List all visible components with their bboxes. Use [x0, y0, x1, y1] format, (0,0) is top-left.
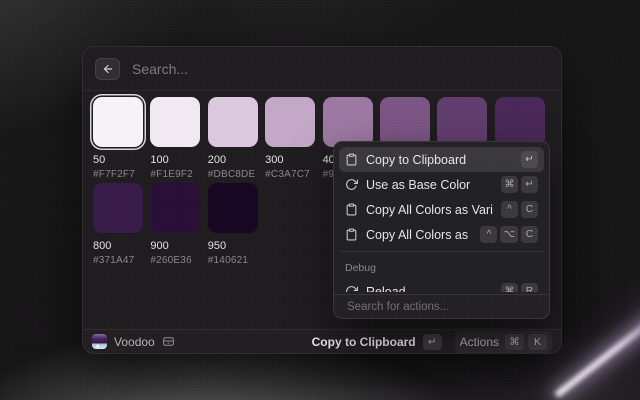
search-bar — [83, 47, 561, 91]
clipboard-icon — [345, 228, 358, 241]
swatch-hex: #C3A7C7 — [265, 169, 315, 180]
swatch-cell: 100 #F1E9F2 — [150, 97, 200, 180]
desktop: 50 #F7F2F7 100 #F1E9F2 200 #DBC8DE 300 #… — [0, 0, 640, 400]
menu-item-copy-to-clipboard[interactable]: Copy to Clipboard ↵ — [339, 147, 544, 172]
actions-search-bar — [334, 294, 549, 318]
color-swatch[interactable] — [150, 183, 200, 233]
clipboard-icon — [345, 203, 358, 216]
swatch-cell: 200 #DBC8DE — [208, 97, 258, 180]
menu-item-use-as-base-color[interactable]: Use as Base Color ⌘ ↵ — [339, 172, 544, 197]
rotate-cw-icon — [345, 285, 358, 292]
menu-section-debug: Debug — [339, 256, 544, 279]
voodoo-app-icon — [92, 334, 107, 349]
action-menu: Copy to Clipboard ↵ Use as Base Color ⌘ … — [333, 141, 550, 319]
color-swatch[interactable] — [323, 97, 373, 147]
menu-item-label: Copy All Colors as JSON — [366, 228, 472, 242]
swatch-hex: #F1E9F2 — [150, 169, 200, 180]
swatch-hex: #DBC8DE — [208, 169, 258, 180]
swatch-hex: #260E36 — [150, 255, 200, 266]
swatch-hex: #371A47 — [93, 255, 143, 266]
app-name: Voodoo — [114, 335, 155, 349]
swatch-cell: 950 #140621 — [208, 183, 258, 266]
k-key-badge: K — [528, 334, 547, 350]
action-menu-list: Copy to Clipboard ↵ Use as Base Color ⌘ … — [339, 147, 544, 292]
swatch-cell: 800 #371A47 — [93, 183, 143, 266]
swatch-label: 200 — [208, 154, 258, 166]
swatch-hex: #F7F2F7 — [93, 169, 143, 180]
menu-item-reload[interactable]: Reload ⌘ R — [339, 279, 544, 292]
r-key-badge: R — [521, 283, 538, 292]
command-key-badge: ⌘ — [501, 283, 518, 292]
clipboard-icon — [345, 153, 358, 166]
color-swatch[interactable] — [208, 97, 258, 147]
swatch-label: 950 — [208, 240, 258, 252]
back-button[interactable] — [95, 58, 120, 80]
return-key-badge: ↵ — [521, 176, 538, 193]
swatch-label: 100 — [150, 154, 200, 166]
color-swatch[interactable] — [208, 183, 258, 233]
menu-item-label: Copy to Clipboard — [366, 153, 513, 167]
primary-action-label[interactable]: Copy to Clipboard — [312, 335, 416, 349]
actions-search-input[interactable] — [345, 300, 538, 314]
swatch-label: 900 — [150, 240, 200, 252]
swatch-cell: 300 #C3A7C7 — [265, 97, 315, 180]
arrow-left-icon — [102, 63, 114, 75]
control-key-badge: ^ — [501, 201, 518, 218]
rotate-cw-icon — [345, 178, 358, 191]
c-key-badge: C — [521, 226, 538, 243]
color-swatch[interactable] — [380, 97, 430, 147]
color-swatch[interactable] — [150, 97, 200, 147]
color-swatch[interactable] — [265, 97, 315, 147]
color-swatch[interactable] — [437, 97, 487, 147]
command-key-badge: ⌘ — [505, 334, 524, 350]
actions-label: Actions — [460, 335, 499, 349]
control-key-badge: ^ — [480, 226, 497, 243]
command-key-badge: ⌘ — [501, 176, 518, 193]
swatch-label: 50 — [93, 154, 143, 166]
swatch-cell: 900 #260E36 — [150, 183, 200, 266]
swatch-label: 300 — [265, 154, 315, 166]
swatch-label: 800 — [93, 240, 143, 252]
color-swatch[interactable] — [495, 97, 545, 147]
c-key-badge: C — [521, 201, 538, 218]
menu-divider — [339, 251, 544, 252]
search-input[interactable] — [130, 60, 549, 78]
option-key-badge: ⌥ — [500, 226, 518, 243]
menu-item-copy-all-json[interactable]: Copy All Colors as JSON ^ ⌥ C — [339, 222, 544, 247]
menu-item-label: Reload — [366, 285, 493, 293]
menu-item-copy-all-variable-declarations[interactable]: Copy All Colors as Variable Declara... ^… — [339, 197, 544, 222]
actions-button[interactable]: Actions ⌘ K — [455, 331, 552, 353]
color-swatch[interactable] — [93, 97, 143, 147]
color-swatch[interactable] — [93, 183, 143, 233]
swatch-cell: 50 #F7F2F7 — [93, 97, 143, 180]
menu-item-label: Use as Base Color — [366, 178, 493, 192]
palette-deck-icon — [162, 335, 175, 348]
status-bar: Voodoo Copy to Clipboard ↵ Actions ⌘ K — [83, 329, 561, 353]
return-key-badge: ↵ — [521, 151, 538, 168]
menu-item-label: Copy All Colors as Variable Declara... — [366, 203, 493, 217]
swatch-hex: #140621 — [208, 255, 258, 266]
return-key-badge: ↵ — [423, 334, 442, 350]
